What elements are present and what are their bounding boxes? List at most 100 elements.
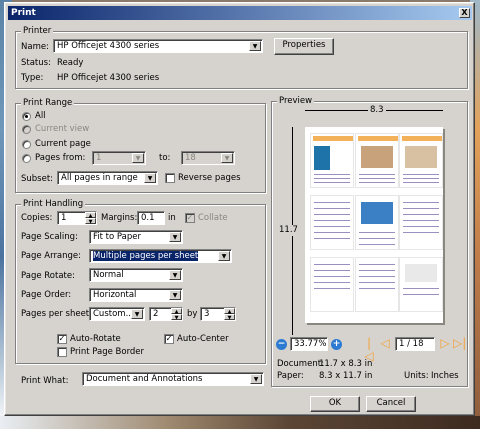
print-what-select[interactable]: Document and Annotations ▼: [82, 372, 264, 386]
auto-center-checkbox[interactable]: ✓: [164, 334, 174, 344]
page-rotate-label: Page Rotate:: [21, 271, 75, 281]
print-page-border-label: Print Page Border: [70, 347, 145, 357]
radio-current-page[interactable]: [22, 140, 31, 149]
pages-to-input[interactable]: 18 ▼: [181, 151, 235, 165]
pages-per-sheet-value: Custom...: [93, 309, 134, 319]
rows-down-button[interactable]: ▼: [224, 314, 235, 321]
columns-value: 2: [153, 309, 159, 319]
chevron-down-icon: ▼: [218, 251, 230, 261]
first-page-icon[interactable]: |◁: [363, 337, 375, 363]
chevron-down-icon: ▼: [169, 232, 181, 242]
thumbnail-page: [399, 195, 443, 250]
chevron-down-icon: ▼: [132, 153, 144, 163]
margins-input[interactable]: 0.1: [137, 211, 165, 225]
next-page-icon[interactable]: ▷: [439, 337, 451, 350]
page-number-value: 1 / 18: [399, 339, 424, 349]
document-size-label: Document:: [277, 359, 324, 369]
zoom-out-icon[interactable]: −: [276, 339, 287, 350]
print-page-border-checkbox[interactable]: [57, 347, 67, 357]
collate-label: Collate: [198, 213, 228, 223]
rows-value: 3: [204, 309, 210, 319]
radio-current-view-label: Current view: [35, 124, 90, 134]
page-order-label: Page Order:: [21, 290, 72, 300]
page-order-value: Horizontal: [93, 290, 137, 300]
radio-all-label: All: [35, 111, 46, 121]
thumbnail-page: [310, 133, 354, 188]
width-dimension-label: 8.3: [368, 105, 386, 116]
print-dialog: Print X Printer Name: HP Officejet 4300 …: [4, 2, 475, 416]
page-scaling-label: Page Scaling:: [21, 232, 78, 242]
radio-all[interactable]: [22, 112, 31, 121]
pages-per-sheet-label: Pages per sheet:: [21, 309, 93, 319]
copies-label: Copies:: [21, 213, 53, 223]
pages-to-value: 18: [185, 153, 196, 163]
chevron-down-icon: ▼: [131, 309, 143, 319]
columns-down-button[interactable]: ▼: [171, 314, 182, 321]
print-range-group-title: Print Range: [21, 98, 75, 108]
cancel-button[interactable]: Cancel: [366, 396, 416, 412]
printer-status-label: Status:: [21, 58, 51, 68]
page-arrange-select[interactable]: Multiple pages per sheet ▼: [89, 249, 232, 263]
thumbnail-page: [310, 257, 354, 312]
preview-group-title: Preview: [277, 96, 315, 106]
chevron-down-icon: ▼: [169, 290, 181, 300]
copies-value: 1: [61, 213, 67, 223]
subset-label: Subset:: [21, 174, 54, 184]
page-arrange-label: Page Arrange:: [21, 251, 82, 261]
page-number-input[interactable]: 1 / 18: [395, 337, 435, 351]
thumbnail-page: [399, 257, 443, 312]
thumbnail-page: [355, 195, 399, 250]
radio-pages-from[interactable]: [22, 154, 31, 163]
page-order-select[interactable]: Horizontal ▼: [89, 288, 183, 302]
pages-per-sheet-select[interactable]: Custom... ▼: [89, 307, 145, 321]
title-bar: Print: [8, 6, 472, 20]
page-preview: [305, 127, 443, 323]
zoom-value: 33.77%: [294, 339, 327, 349]
page-scaling-select[interactable]: Fit to Paper ▼: [89, 230, 183, 244]
reverse-pages-checkbox[interactable]: [165, 173, 175, 183]
pages-from-input[interactable]: 1 ▼: [92, 151, 146, 165]
pages-from-value: 1: [96, 153, 102, 163]
collate-checkbox[interactable]: ✓: [185, 213, 195, 223]
auto-rotate-checkbox[interactable]: ✓: [57, 334, 67, 344]
thumbnail-page: [310, 195, 354, 250]
subset-select[interactable]: All pages in range ▼: [57, 171, 158, 185]
auto-center-label: Auto-Center: [177, 334, 229, 344]
previous-page-icon[interactable]: ◁: [379, 337, 391, 350]
radio-current-view[interactable]: [22, 125, 31, 134]
chevron-down-icon: ▼: [169, 270, 181, 280]
thumbnail-page: [399, 133, 443, 188]
reverse-pages-label: Reverse pages: [178, 173, 241, 183]
printer-name-label: Name:: [21, 42, 49, 52]
printer-name-select[interactable]: HP Officejet 4300 series ▼: [53, 39, 263, 53]
document-size-value: 11.7 x 8.3 in: [319, 359, 373, 369]
margins-unit: in: [168, 213, 176, 223]
printer-type-label: Type:: [21, 73, 44, 83]
paper-size-value: 8.3 x 11.7 in: [319, 371, 373, 381]
margins-label: Margins:: [101, 213, 138, 223]
page-rotate-value: Normal: [93, 270, 124, 280]
background-bottom: [0, 416, 480, 429]
subset-value: All pages in range: [61, 173, 138, 183]
thumbnail-page: [355, 133, 399, 188]
units-value: Inches: [431, 371, 459, 381]
properties-button[interactable]: Properties: [274, 38, 334, 55]
page-arrange-value: Multiple pages per sheet: [93, 251, 199, 261]
pages-to-label: to:: [159, 153, 171, 163]
print-handling-group-title: Print Handling: [21, 199, 86, 209]
zoom-input[interactable]: 33.77%: [290, 337, 328, 351]
copies-down-button[interactable]: ▼: [85, 218, 96, 225]
ok-button[interactable]: OK: [310, 396, 360, 412]
print-what-value: Document and Annotations: [86, 374, 203, 384]
margins-value: 0.1: [141, 213, 155, 223]
close-button[interactable]: X: [459, 8, 470, 18]
chevron-down-icon: ▼: [249, 41, 261, 51]
page-rotate-select[interactable]: Normal ▼: [89, 268, 183, 282]
zoom-in-icon[interactable]: +: [331, 339, 342, 350]
printer-type-value: HP Officejet 4300 series: [57, 73, 160, 83]
radio-current-page-label: Current page: [35, 139, 91, 149]
printer-group-title: Printer: [21, 26, 54, 36]
last-page-icon[interactable]: ▷|: [453, 337, 466, 350]
print-what-label: Print What:: [21, 376, 69, 386]
auto-rotate-label: Auto-Rotate: [70, 334, 121, 344]
